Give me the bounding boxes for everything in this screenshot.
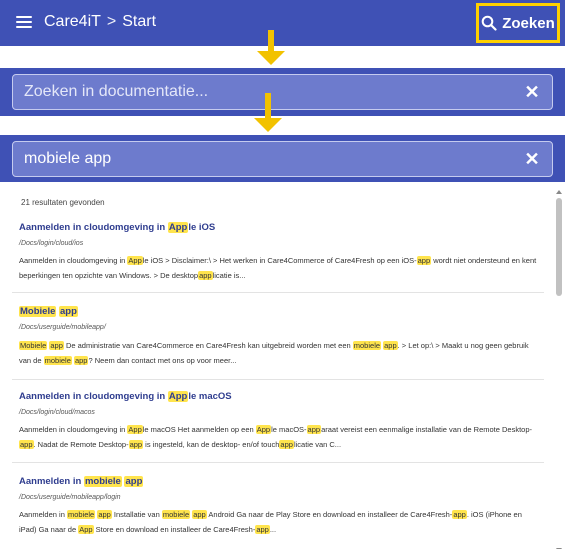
search-results: 21 resultaten gevonden Aanmelden in clou… <box>0 182 565 549</box>
scrollbar-thumb[interactable] <box>556 198 562 296</box>
search-match: app <box>128 440 144 449</box>
search-match: Mobiele <box>19 341 48 350</box>
search-match: mobiele <box>43 356 72 365</box>
search-match: mobiele <box>352 341 382 350</box>
breadcrumb: Care4iT > Start <box>44 13 156 31</box>
results-scrollbar[interactable] <box>556 190 562 549</box>
search-match: app <box>279 440 294 449</box>
search-match: App <box>78 525 94 534</box>
search-match: app <box>198 271 213 280</box>
result-item[interactable]: Aanmelden in cloudomgeving in Apple macO… <box>12 380 544 463</box>
search-button[interactable]: Zoeken <box>476 3 560 43</box>
result-snippet: Aanmelden in cloudomgeving in Apple iOS … <box>19 256 537 280</box>
search-input[interactable]: mobiele app ✕ <box>12 141 553 177</box>
search-match: Mobiele <box>19 306 57 317</box>
result-title[interactable]: Aanmelden in cloudomgeving in Apple macO… <box>19 391 232 402</box>
search-match: app <box>124 476 144 487</box>
result-path: /Docs/userguide/mobileapp/login <box>19 494 121 501</box>
close-icon[interactable]: ✕ <box>523 149 541 170</box>
search-field-empty[interactable]: Zoeken in documentatie... ✕ <box>12 74 553 110</box>
search-bar-empty: Zoeken in documentatie... ✕ <box>0 68 565 116</box>
search-match: app <box>452 510 467 519</box>
result-path: /Docs/userguide/mobileapp/ <box>19 324 106 331</box>
arrow-down-icon <box>254 93 282 133</box>
result-count: 21 resultaten gevonden <box>21 198 105 207</box>
search-match: App <box>127 425 143 434</box>
breadcrumb-page: Start <box>122 13 157 30</box>
search-match: App <box>167 222 189 233</box>
search-match: App <box>255 425 272 434</box>
result-title[interactable]: Aanmelden in mobiele app <box>19 476 144 487</box>
search-button-label: Zoeken <box>502 14 555 32</box>
result-title[interactable]: Aanmelden in cloudomgeving in Apple iOS <box>19 222 215 233</box>
search-match: app <box>59 306 78 317</box>
arrow-down-icon <box>257 30 285 66</box>
breadcrumb-app[interactable]: Care4iT <box>44 13 101 31</box>
result-snippet: Aanmelden in cloudomgeving in Apple macO… <box>19 425 533 449</box>
search-match: app <box>255 525 270 534</box>
result-item[interactable]: Mobiele app /Docs/userguide/mobileapp/ M… <box>12 293 544 380</box>
result-snippet: Mobiele app De administratie van Care4Co… <box>19 341 529 365</box>
search-icon <box>481 15 497 31</box>
scroll-up-icon[interactable] <box>556 190 562 194</box>
hamburger-icon[interactable] <box>16 15 32 29</box>
search-match: app <box>19 440 34 449</box>
search-match: mobiele <box>83 476 122 487</box>
search-match: mobiele <box>161 510 191 519</box>
search-query: mobiele app <box>24 150 112 167</box>
search-match: mobiele <box>66 510 96 519</box>
result-path: /Docs/login/cloud/ios <box>19 240 84 247</box>
result-item[interactable]: Aanmelden in cloudomgeving in Apple iOS … <box>12 210 544 293</box>
search-match: App <box>167 391 189 402</box>
result-snippet: Aanmelden in mobiele app Installatie van… <box>19 510 522 534</box>
result-item[interactable]: Aanmelden in mobiele app /Docs/userguide… <box>12 463 544 549</box>
search-match: app <box>97 510 112 519</box>
search-match: App <box>127 256 143 265</box>
search-match: app <box>383 341 398 350</box>
search-match: app <box>49 341 64 350</box>
result-title[interactable]: Mobiele app <box>19 306 78 317</box>
search-match: app <box>416 256 432 265</box>
result-path: /Docs/login/cloud/macos <box>19 409 95 416</box>
search-match: app <box>306 425 322 434</box>
breadcrumb-separator: > <box>106 13 117 30</box>
close-icon[interactable]: ✕ <box>523 82 541 103</box>
search-match: app <box>73 356 89 365</box>
search-bar-filled: mobiele app ✕ <box>0 135 565 182</box>
search-match: app <box>192 510 207 519</box>
